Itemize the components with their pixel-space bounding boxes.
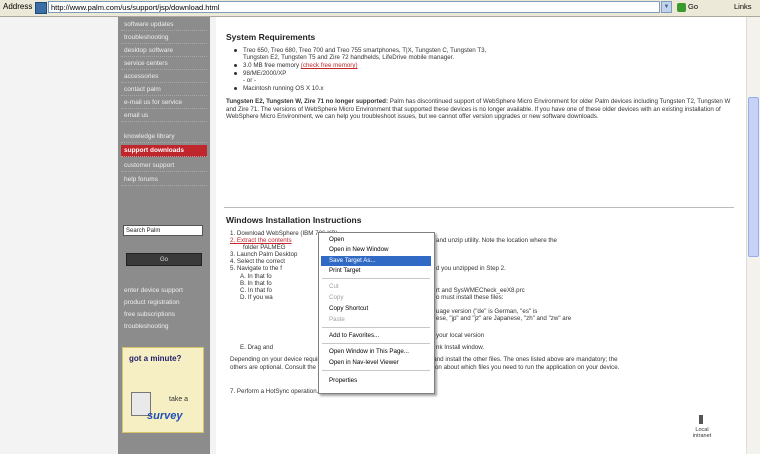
address-label: Address <box>3 2 33 11</box>
menu-separator <box>322 278 430 279</box>
local-version-note: your local version <box>436 332 485 339</box>
go-arrow-icon <box>677 2 686 12</box>
lang-note-2: ese, "jp" and "jz" are Japanese, "zh" an… <box>436 315 572 322</box>
system-requirements-heading: System Requirements <box>226 32 316 42</box>
sidebar-item-software-updates[interactable]: software updates <box>121 19 207 31</box>
go-label: Go <box>688 2 699 11</box>
bullet-icon <box>234 86 237 90</box>
url-field[interactable]: http://www.palm.com/us/support/jsp/downl… <box>48 1 660 13</box>
sidebar-item-troubleshooting[interactable]: troubleshooting <box>121 32 207 44</box>
menu-separator <box>322 343 430 344</box>
step-5-tail: d you unzipped in Step 2. <box>436 265 506 272</box>
survey-question: got a minute? <box>129 354 182 363</box>
list-item: 98/ME/2000/XP <box>234 70 286 78</box>
address-bar: Address http://www.palm.com/us/support/j… <box>0 0 760 17</box>
sidebar-item-service-centers[interactable]: service centers <box>121 58 207 70</box>
page-icon <box>35 2 47 14</box>
scrollbar-thumb[interactable] <box>748 97 759 257</box>
search-input[interactable]: Search Palm <box>123 225 203 236</box>
list-item: Macintosh running OS X 10.x <box>234 85 323 93</box>
menu-separator <box>322 327 430 328</box>
sidebar: software updates troubleshooting desktop… <box>118 17 210 454</box>
sidebar-link-troubleshooting[interactable]: troubleshooting <box>121 321 207 333</box>
step-5e: E. Drag and <box>240 344 274 351</box>
menu-item-paste: Paste <box>329 316 345 323</box>
sidebar-link-device-support[interactable]: enter device support <box>121 285 207 297</box>
zone-label: Local intranet <box>692 427 712 439</box>
menu-item-properties[interactable]: Properties <box>321 376 431 386</box>
go-button[interactable]: Go <box>677 1 705 13</box>
survey-take-text: take a <box>169 396 189 403</box>
windows-install-heading: Windows Installation Instructions <box>226 215 362 225</box>
or-separator: - or - <box>243 77 257 84</box>
list-item: 3.0 MB free memory (check free memory) <box>234 62 358 70</box>
survey-word: survey <box>147 410 183 422</box>
sidebar-item-knowledge-library[interactable]: knowledge library <box>121 131 207 143</box>
menu-item-open-new-window[interactable]: Open in New Window <box>321 245 431 255</box>
divider <box>224 207 734 208</box>
search-button[interactable]: Go <box>126 253 202 266</box>
sidebar-item-email-service[interactable]: e-mail us for service <box>121 97 207 109</box>
menu-item-copy: Copy <box>329 294 344 301</box>
step-5d-tail: o must install these files: <box>436 294 504 301</box>
step-2-tail: and unzip utility. Note the location whe… <box>436 237 557 244</box>
step-7: 7. Perform a HotSync operation. <box>230 388 319 395</box>
bullet-icon <box>234 48 237 52</box>
main-content: System Requirements Treo 650, Treo 680, … <box>216 17 746 454</box>
bullet-icon <box>234 63 237 67</box>
sidebar-item-desktop-software[interactable]: desktop software <box>121 45 207 57</box>
check-memory-link[interactable]: (check free memory) <box>301 62 358 69</box>
menu-item-open-nav-viewer[interactable]: Open in Nav-level Viewer <box>321 358 431 368</box>
sidebar-item-support-downloads[interactable]: support downloads <box>121 145 207 157</box>
step-5d: D. If you wa <box>240 294 273 301</box>
menu-separator <box>322 370 430 371</box>
sidebar-item-customer-support[interactable]: customer support <box>121 160 207 172</box>
menu-item-copy-shortcut[interactable]: Copy Shortcut <box>321 304 431 314</box>
context-menu: Open Open in New Window Save Target As..… <box>318 232 435 394</box>
sidebar-item-email-us[interactable]: email us <box>121 110 207 122</box>
sidebar-item-contact-palm[interactable]: contact palm <box>121 84 207 96</box>
menu-item-add-favorites[interactable]: Add to Favorites... <box>321 331 431 341</box>
zone-icon <box>699 415 703 424</box>
list-item-continued: Tungsten E2, Tungsten T5 and Zire 72 han… <box>243 54 455 61</box>
step-5e-tail: nk Install window. <box>436 344 485 351</box>
chevron-down-icon[interactable]: ▼ <box>661 1 672 13</box>
sidebar-link-product-registration[interactable]: product registration <box>121 297 207 309</box>
vertical-scrollbar[interactable] <box>746 17 760 454</box>
menu-item-save-target-as[interactable]: Save Target As... <box>321 256 431 266</box>
sidebar-link-free-subscriptions[interactable]: free subscriptions <box>121 309 207 321</box>
survey-banner[interactable]: got a minute? take a survey <box>122 347 204 433</box>
links-button[interactable]: Links <box>734 2 752 11</box>
support-note: Tungsten E2, Tungsten W, Zire 71 no long… <box>226 98 731 120</box>
sidebar-item-help-forums[interactable]: help forums <box>121 174 207 186</box>
step-5: 5. Navigate to the f <box>230 265 282 272</box>
menu-item-cut: Cut <box>329 283 339 290</box>
sidebar-item-accessories[interactable]: accessories <box>121 71 207 83</box>
bullet-icon <box>234 71 237 75</box>
menu-item-print-target[interactable]: Print Target <box>321 266 431 276</box>
menu-item-open[interactable]: Open <box>321 235 431 245</box>
menu-item-open-window-this-page[interactable]: Open Window in This Page... <box>321 347 431 357</box>
